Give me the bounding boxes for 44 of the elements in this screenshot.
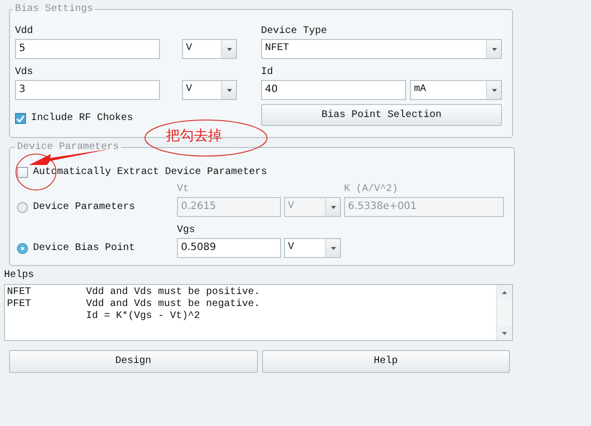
- checkbox-label: Include RF Chokes: [31, 113, 134, 124]
- caret-icon: [492, 48, 496, 50]
- caret-icon: [330, 206, 336, 208]
- annotation-text: 把勾去掉: [166, 128, 222, 144]
- radio-label: Device Bias Point: [33, 242, 136, 254]
- input-field[interactable]: 5: [15, 39, 160, 59]
- unit-dropdown[interactable]: V: [182, 80, 237, 100]
- group-title: Device Parameters: [16, 142, 120, 153]
- field-label: Vt: [177, 184, 190, 195]
- input-field[interactable]: 40: [261, 80, 406, 100]
- design-button[interactable]: Design: [9, 350, 258, 373]
- field-label: Device Type: [261, 26, 328, 37]
- group-title: Bias Settings: [14, 4, 94, 15]
- field-label: Id: [261, 67, 274, 78]
- radio-label: Device Parameters: [33, 202, 136, 212]
- checkbox[interactable]: [15, 113, 26, 124]
- field-label: Vdd: [15, 26, 34, 37]
- help-button[interactable]: Help: [262, 350, 510, 373]
- field-label: Vgs: [177, 225, 196, 236]
- help-text: Vdd and Vds must be negative.: [86, 299, 262, 310]
- radio-button[interactable]: [17, 202, 28, 212]
- caret-icon: [226, 48, 232, 50]
- scroll-up-icon[interactable]: [502, 290, 507, 294]
- scrollbar[interactable]: [496, 285, 512, 340]
- caret-icon: [330, 246, 336, 250]
- unit-dropdown[interactable]: V: [182, 39, 237, 59]
- section-label: Helps: [4, 270, 36, 281]
- field-label: K (A/V^2): [344, 184, 400, 195]
- help-text: Id = K*(Vgs - Vt)^2: [86, 311, 202, 323]
- bias-point-selection-button[interactable]: Bias Point Selection: [261, 104, 502, 126]
- scroll-down-icon[interactable]: [502, 332, 507, 334]
- caret-icon: [492, 88, 496, 92]
- input-field[interactable]: 0.5089: [177, 238, 281, 258]
- radio-button[interactable]: [17, 242, 28, 254]
- device-type-text: PFET: [7, 299, 32, 311]
- device-type-text: NFET: [7, 287, 32, 299]
- checkbox[interactable]: [17, 167, 28, 178]
- help-text: Vdd and Vds must be positive.: [86, 287, 262, 298]
- field-label: Vds: [15, 67, 34, 78]
- unit-dropdown[interactable]: mA: [410, 80, 502, 100]
- device-type-dropdown[interactable]: NFET: [261, 39, 502, 59]
- caret-icon: [226, 88, 232, 92]
- unit-dropdown[interactable]: V: [284, 238, 341, 258]
- input-field[interactable]: 3: [15, 80, 160, 100]
